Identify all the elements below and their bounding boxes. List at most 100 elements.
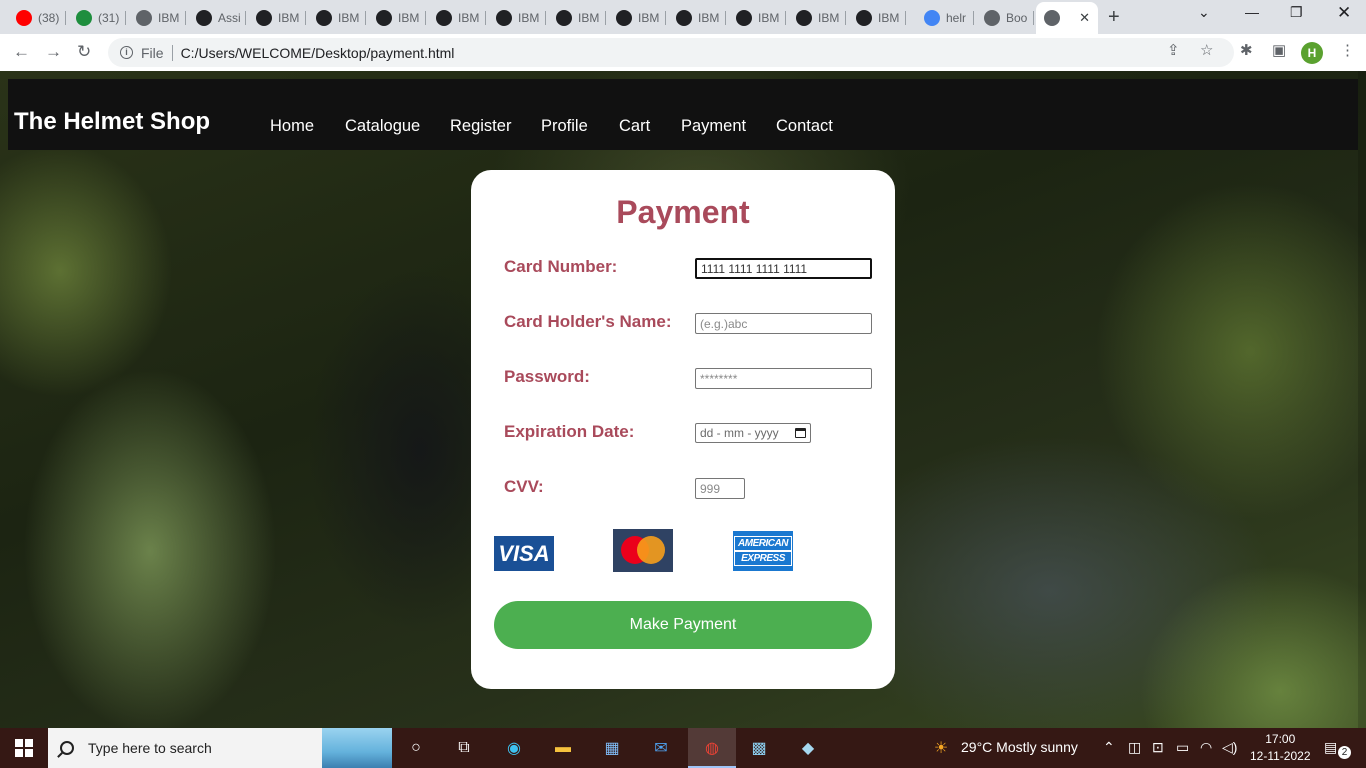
browser-tab[interactable]: IBM: [308, 4, 366, 32]
windows-taskbar: Type here to search ○ ⧉ ◉ ▬ ▦ ✉ ◍ ▩ ◆ ☀ …: [0, 728, 1366, 768]
mail-icon[interactable]: ✉: [650, 737, 672, 759]
browser-tab[interactable]: IBM: [248, 4, 306, 32]
new-tab-button[interactable]: +: [1108, 6, 1120, 29]
expiration-date-input[interactable]: dd - mm - yyyy: [695, 423, 811, 443]
browser-tab[interactable]: Boo: [976, 4, 1034, 32]
photos-icon[interactable]: ▩: [748, 737, 770, 759]
browser-tab[interactable]: ✕: [1036, 2, 1098, 34]
site-navbar: The Helmet Shop Home Catalogue Register …: [8, 79, 1358, 150]
browser-tab[interactable]: IBM: [608, 4, 666, 32]
restore-button[interactable]: ❐: [1290, 4, 1303, 21]
nav-link-home[interactable]: Home: [270, 117, 314, 136]
task-view-icon[interactable]: ⧉: [453, 737, 475, 759]
nav-link-profile[interactable]: Profile: [541, 117, 588, 136]
card-number-input[interactable]: [695, 258, 872, 279]
github-icon: [736, 10, 752, 26]
app-icon[interactable]: ◆: [797, 737, 819, 759]
site-info-icon[interactable]: i: [120, 46, 133, 59]
nav-link-payment[interactable]: Payment: [681, 117, 746, 136]
nav-link-register[interactable]: Register: [450, 117, 511, 136]
show-hidden-icons-icon[interactable]: ⌃: [1103, 739, 1115, 756]
calendar-icon[interactable]: [795, 428, 806, 438]
page-viewport: The Helmet Shop Home Catalogue Register …: [0, 71, 1366, 728]
browser-tab-title: helr: [946, 11, 967, 25]
device-icon[interactable]: ⊡: [1152, 739, 1164, 756]
browser-tab[interactable]: Assi: [188, 4, 246, 32]
chrome-taskbar-button[interactable]: ◍: [688, 728, 736, 768]
close-window-button[interactable]: ✕: [1337, 3, 1351, 23]
tab-search-icon[interactable]: ⌄: [1198, 4, 1210, 21]
browser-tab[interactable]: IBM: [788, 4, 846, 32]
browser-tab[interactable]: IBM: [368, 4, 426, 32]
file-explorer-icon[interactable]: ▬: [552, 737, 574, 759]
github-icon: [556, 10, 572, 26]
battery-icon[interactable]: ▭: [1176, 739, 1189, 756]
extensions-icon[interactable]: ✱: [1240, 41, 1253, 59]
reload-button[interactable]: ↻: [77, 42, 91, 62]
edge-icon[interactable]: ◉: [503, 737, 525, 759]
share-icon[interactable]: ⇪: [1167, 41, 1180, 59]
holder-name-input[interactable]: [695, 313, 872, 334]
github-icon: [676, 10, 692, 26]
browser-tab[interactable]: helr: [916, 4, 974, 32]
browser-tab-title: IBM: [278, 11, 300, 25]
password-input[interactable]: [695, 368, 872, 389]
github-icon: [496, 10, 512, 26]
url-text[interactable]: C:/Users/WELCOME/Desktop/payment.html: [181, 45, 455, 61]
browser-tab[interactable]: IBM: [428, 4, 486, 32]
site-brand[interactable]: The Helmet Shop: [14, 108, 210, 136]
nav-link-contact[interactable]: Contact: [776, 117, 833, 136]
profile-avatar[interactable]: H: [1301, 42, 1323, 64]
side-panel-icon[interactable]: ▣: [1272, 41, 1286, 59]
browser-tab-title: IBM: [458, 11, 480, 25]
taskbar-clock[interactable]: 17:00 12-11-2022: [1250, 731, 1311, 765]
page-scrollbar[interactable]: [1358, 71, 1366, 728]
notification-center-icon[interactable]: ▤: [1324, 739, 1337, 756]
browser-tab[interactable]: IBM: [848, 4, 906, 32]
nav-link-cart[interactable]: Cart: [619, 117, 650, 136]
globe-icon: [1044, 10, 1060, 26]
browser-tab-title: Boo: [1006, 11, 1028, 25]
menu-kebab-icon[interactable]: ⋮: [1340, 41, 1355, 59]
volume-icon[interactable]: ◁): [1222, 739, 1237, 756]
weather-icon[interactable]: ☀: [930, 737, 952, 759]
forward-button[interactable]: →: [45, 42, 62, 62]
browser-tab-title: IBM: [758, 11, 780, 25]
browser-tab[interactable]: IBM: [668, 4, 726, 32]
back-button[interactable]: ←: [13, 42, 30, 62]
youtube-icon: [16, 10, 32, 26]
browser-tab[interactable]: IBM: [488, 4, 546, 32]
browser-tab-title: Assi: [218, 11, 241, 25]
browser-tab-title: IBM: [698, 11, 720, 25]
cortana-icon[interactable]: ○: [405, 737, 427, 759]
browser-toolbar: ← → ↻ i File C:/Users/WELCOME/Desktop/pa…: [0, 34, 1366, 71]
github-icon: [856, 10, 872, 26]
cvv-input[interactable]: [695, 478, 745, 499]
clock-time: 17:00: [1265, 732, 1296, 746]
bookmark-star-icon[interactable]: ☆: [1200, 41, 1213, 59]
browser-tab-title: IBM: [338, 11, 360, 25]
weather-text[interactable]: 29°C Mostly sunny: [961, 739, 1078, 755]
microsoft-store-icon[interactable]: ▦: [601, 737, 623, 759]
google-icon: [924, 10, 940, 26]
browser-tab[interactable]: (38): [8, 4, 66, 32]
make-payment-button[interactable]: Make Payment: [494, 601, 872, 649]
browser-tab-title: IBM: [158, 11, 180, 25]
browser-tab[interactable]: IBM: [128, 4, 186, 32]
github-icon: [256, 10, 272, 26]
close-tab-icon[interactable]: ✕: [1079, 10, 1090, 26]
amex-line1: AMERICAN: [734, 536, 792, 551]
address-separator: [171, 44, 173, 61]
wifi-icon[interactable]: ◠: [1200, 739, 1212, 756]
meet-now-icon[interactable]: ◫: [1128, 739, 1141, 756]
address-bar[interactable]: i File C:/Users/WELCOME/Desktop/payment.…: [108, 38, 1234, 67]
browser-tab[interactable]: IBM: [548, 4, 606, 32]
minimize-button[interactable]: —: [1245, 4, 1259, 20]
browser-tab[interactable]: IBM: [728, 4, 786, 32]
github-icon: [796, 10, 812, 26]
windows-start-icon[interactable]: [13, 737, 35, 759]
browser-tab[interactable]: (31): [68, 4, 126, 32]
taskbar-search-box[interactable]: Type here to search: [48, 728, 392, 768]
search-highlight-image: [322, 728, 392, 768]
nav-link-catalogue[interactable]: Catalogue: [345, 117, 420, 136]
